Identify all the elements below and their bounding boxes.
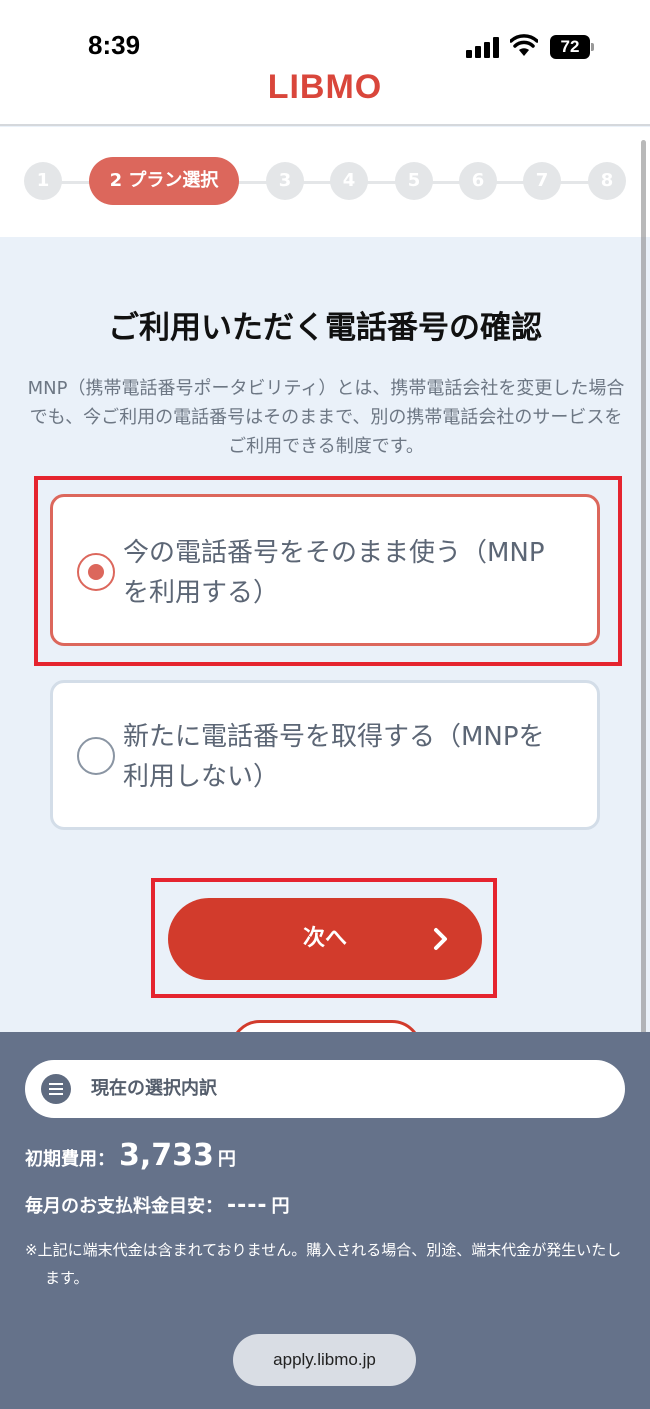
initial-fee-value: 3,733 (119, 1138, 214, 1173)
menu-icon (41, 1074, 71, 1104)
wifi-icon (510, 34, 538, 56)
highlight-box (151, 878, 497, 998)
step-5: 5 (395, 162, 433, 200)
monthly-fee-label: 毎月のお支払料金目安： (25, 1196, 223, 1217)
scrollbar[interactable] (641, 140, 646, 1136)
signal-icon (466, 36, 500, 58)
initial-fee-label: 初期費用： (25, 1149, 115, 1170)
status-time: 8:39 (88, 30, 141, 60)
option-label: 新たに電話番号を取得する（MNPを利用しない） (123, 722, 545, 792)
step-6: 6 (459, 162, 497, 200)
summary-label: 現在の選択内訳 (91, 1078, 217, 1099)
fee-note: ※上記に端末代金は含まれておりません。購入される場合、別途、端末代金が発生いたし… (25, 1241, 622, 1287)
libmo-logo: LIBMO (267, 68, 383, 106)
battery-level: 72 (550, 35, 590, 59)
mnp-description: MNP（携帯電話番号ポータビリティ）とは、携帯電話会社を変更した場合でも、今ご利… (27, 378, 625, 457)
step-1: 1 (24, 162, 62, 200)
step-3: 3 (266, 162, 304, 200)
url-bar[interactable]: apply.libmo.jp (233, 1334, 416, 1386)
option-new-number[interactable]: 新たに電話番号を取得する（MNPを利用しない） (50, 680, 600, 830)
step-8: 8 (588, 162, 626, 200)
summary-toggle[interactable]: 現在の選択内訳 (25, 1060, 625, 1118)
page-title: ご利用いただく電話番号の確認 (108, 310, 542, 346)
highlight-box (34, 476, 622, 666)
initial-fee-unit: 円 (217, 1149, 236, 1170)
battery-icon: 72 (550, 35, 594, 59)
monthly-fee: 毎月のお支払料金目安： ---- 円 (25, 1192, 290, 1218)
step-7: 7 (523, 162, 561, 200)
radio-unselected[interactable] (77, 737, 115, 775)
progress-stepper: 1 2 プラン選択 3 4 5 6 7 8 (0, 127, 650, 237)
monthly-fee-value: ---- (227, 1193, 268, 1218)
initial-fee: 初期費用： 3,733 円 (25, 1138, 236, 1173)
monthly-fee-unit: 円 (271, 1196, 290, 1217)
step-4: 4 (330, 162, 368, 200)
app-header: LIBMO (0, 60, 650, 126)
step-2-active: 2 プラン選択 (89, 157, 239, 205)
